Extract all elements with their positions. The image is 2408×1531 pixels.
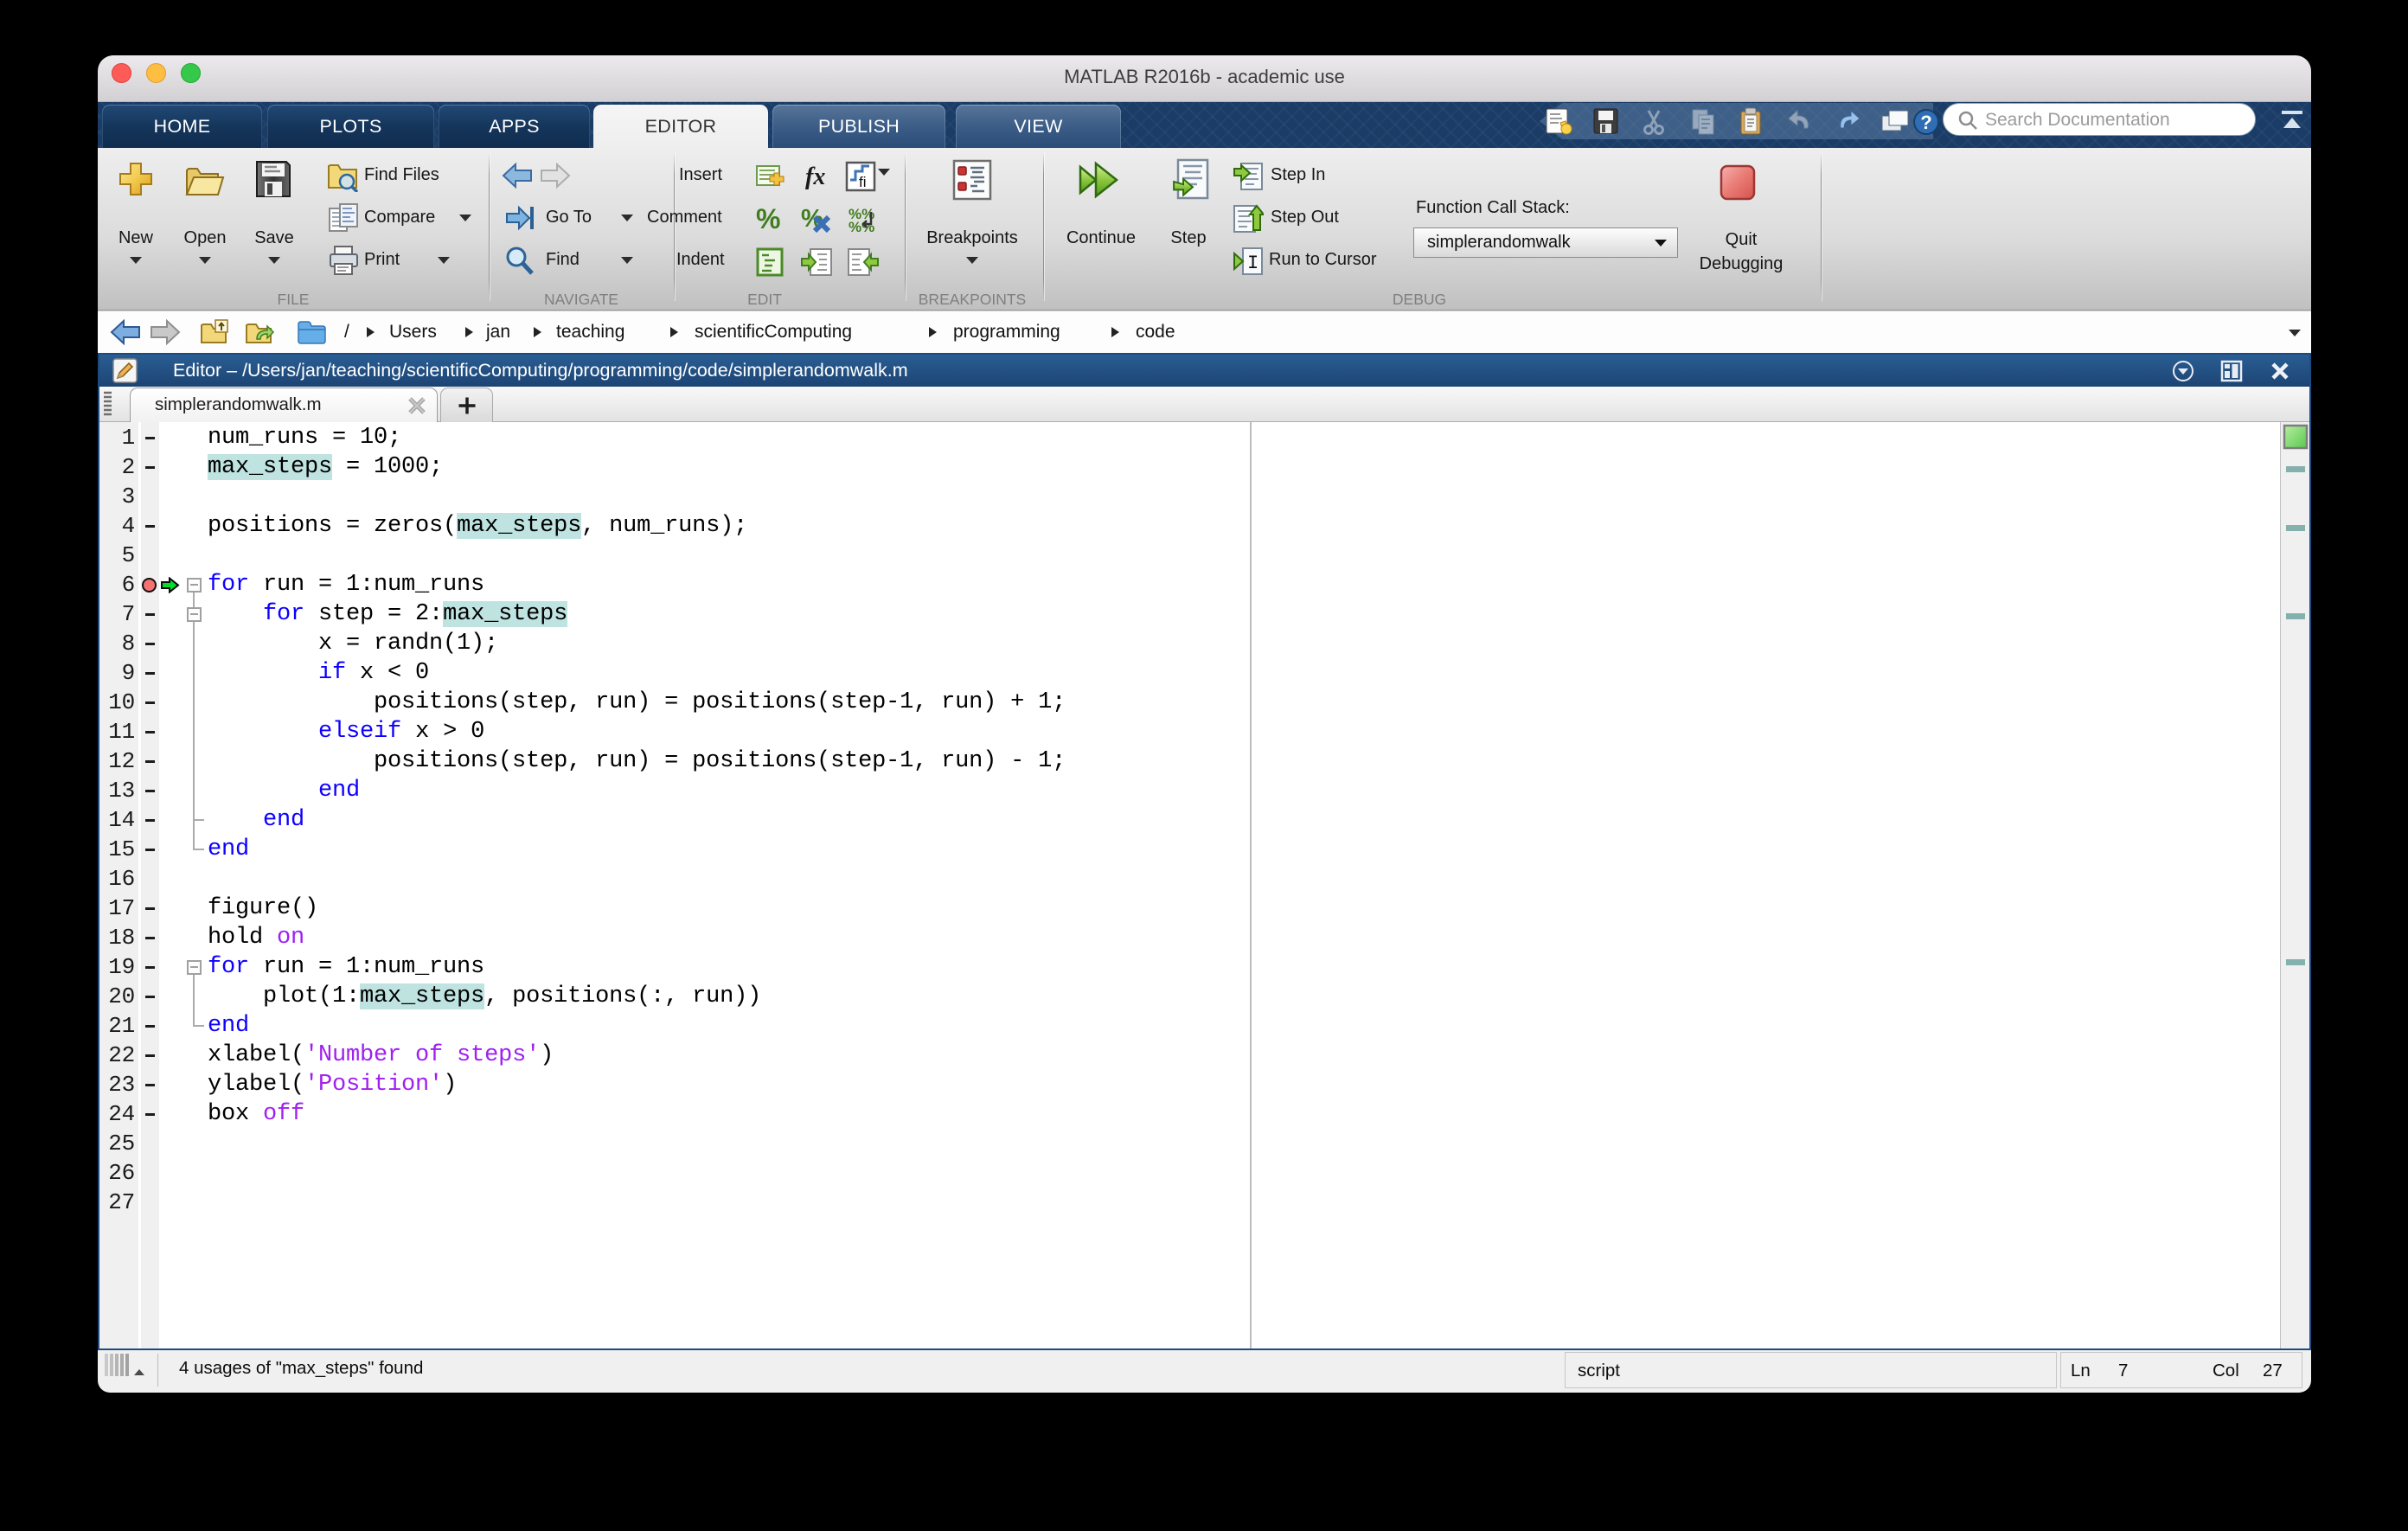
svg-text:I: I — [1247, 253, 1258, 274]
svg-text:fi: fi — [859, 174, 867, 190]
svg-text:%: % — [756, 205, 780, 233]
svg-text:?: ? — [1920, 112, 1931, 133]
svg-text:fx: fx — [805, 163, 825, 190]
